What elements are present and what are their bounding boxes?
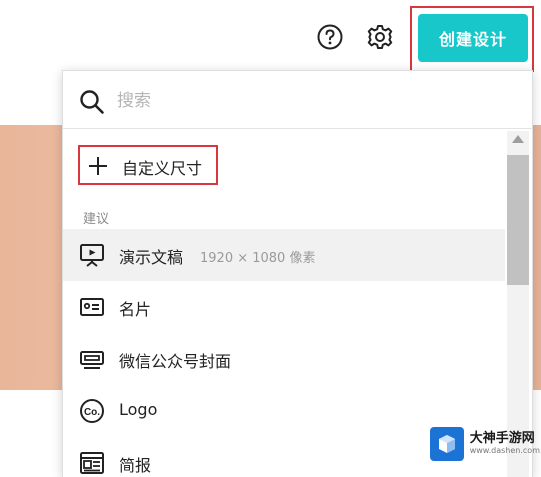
custom-size-button[interactable]: 自定义尺寸 <box>78 145 218 185</box>
scroll-up-arrow-icon[interactable] <box>512 135 524 143</box>
cube-logo-icon <box>430 427 464 461</box>
list-item-label: 演示文稿 <box>119 248 184 267</box>
help-icon[interactable] <box>315 22 345 52</box>
business-card-icon <box>79 294 105 320</box>
list-item-business-card[interactable]: 名片 <box>63 281 505 333</box>
search-icon <box>79 89 105 115</box>
site-watermark: 大神手游网 www.dashen.com <box>430 420 540 468</box>
search-bar <box>63 71 532 129</box>
list-item-wechat-cover[interactable]: 微信公众号封面 <box>63 333 505 385</box>
list-item-label: Logo <box>119 400 158 419</box>
create-design-button[interactable]: 创建设计 <box>418 14 528 62</box>
gear-icon[interactable] <box>365 22 395 52</box>
list-item-label: 简报 <box>119 456 152 475</box>
watermark-name: 大神手游网 <box>469 431 535 447</box>
list-item-dimensions: 1920 × 1080 像素 <box>200 251 316 266</box>
search-input[interactable] <box>117 86 517 116</box>
presentation-icon <box>79 242 105 268</box>
watermark-url: www.dashen.com <box>469 445 540 455</box>
custom-size-label: 自定义尺寸 <box>122 159 203 178</box>
newsletter-icon <box>79 450 105 476</box>
wechat-cover-icon <box>79 346 105 372</box>
list-item-label: 微信公众号封面 <box>119 352 232 371</box>
svg-text:Co.: Co. <box>84 407 100 418</box>
list-item-presentation[interactable]: 演示文稿 1920 × 1080 像素 <box>63 229 505 281</box>
create-design-dropdown: 自定义尺寸 建议 演示文稿 1920 × 1080 像素 名片 <box>62 70 533 477</box>
plus-icon <box>88 156 108 176</box>
section-title-suggestions: 建议 <box>83 212 110 227</box>
logo-icon: Co. <box>79 398 105 424</box>
list-item-label: 名片 <box>119 300 152 319</box>
scrollbar-thumb[interactable] <box>507 155 529 285</box>
